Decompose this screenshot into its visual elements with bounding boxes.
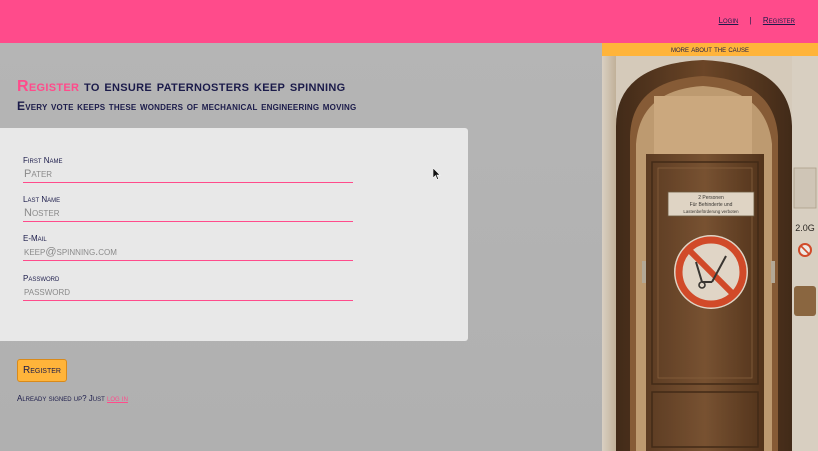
last-name-group: Last Name bbox=[23, 195, 353, 222]
cause-sidebar: more about the cause 2 Personen Für Behi… bbox=[602, 43, 818, 451]
email-group: E-Mail bbox=[23, 234, 353, 261]
password-input[interactable] bbox=[23, 283, 353, 301]
more-about-cause-link[interactable]: more about the cause bbox=[602, 43, 818, 56]
top-bar: Login | Register bbox=[0, 0, 818, 43]
page-subtitle: Every vote keeps these wonders of mechan… bbox=[17, 99, 357, 113]
title-rest: to ensure paternosters keep spinning bbox=[79, 78, 346, 95]
last-name-input[interactable] bbox=[23, 204, 353, 222]
first-name-input[interactable] bbox=[23, 165, 353, 183]
already-text: Already signed up? Just bbox=[17, 394, 108, 403]
page-title: Register to ensure paternosters keep spi… bbox=[17, 78, 345, 96]
register-button[interactable]: Register bbox=[17, 359, 67, 382]
email-label: E-Mail bbox=[23, 234, 47, 243]
register-link[interactable]: Register bbox=[763, 16, 795, 25]
title-accent: Register bbox=[17, 78, 80, 95]
login-link[interactable]: Login bbox=[719, 16, 739, 25]
mouse-cursor-icon bbox=[433, 168, 441, 180]
footer-login-link[interactable]: log in bbox=[107, 394, 128, 403]
already-signed-up: Already signed up? Just log in bbox=[17, 394, 128, 403]
password-group: Password bbox=[23, 274, 353, 301]
main-panel: Register to ensure paternosters keep spi… bbox=[0, 43, 602, 451]
first-name-label: First Name bbox=[23, 156, 63, 165]
nav-separator: | bbox=[749, 16, 752, 25]
email-input[interactable] bbox=[23, 243, 353, 261]
password-label: Password bbox=[23, 274, 60, 283]
first-name-group: First Name bbox=[23, 156, 353, 183]
paternoster-door-image: 2 Personen Für Behinderte und Lastenbefö… bbox=[602, 56, 818, 451]
last-name-label: Last Name bbox=[23, 195, 61, 204]
registration-form: First Name Last Name E-Mail Password bbox=[0, 128, 468, 341]
top-nav: Login | Register bbox=[719, 16, 795, 25]
